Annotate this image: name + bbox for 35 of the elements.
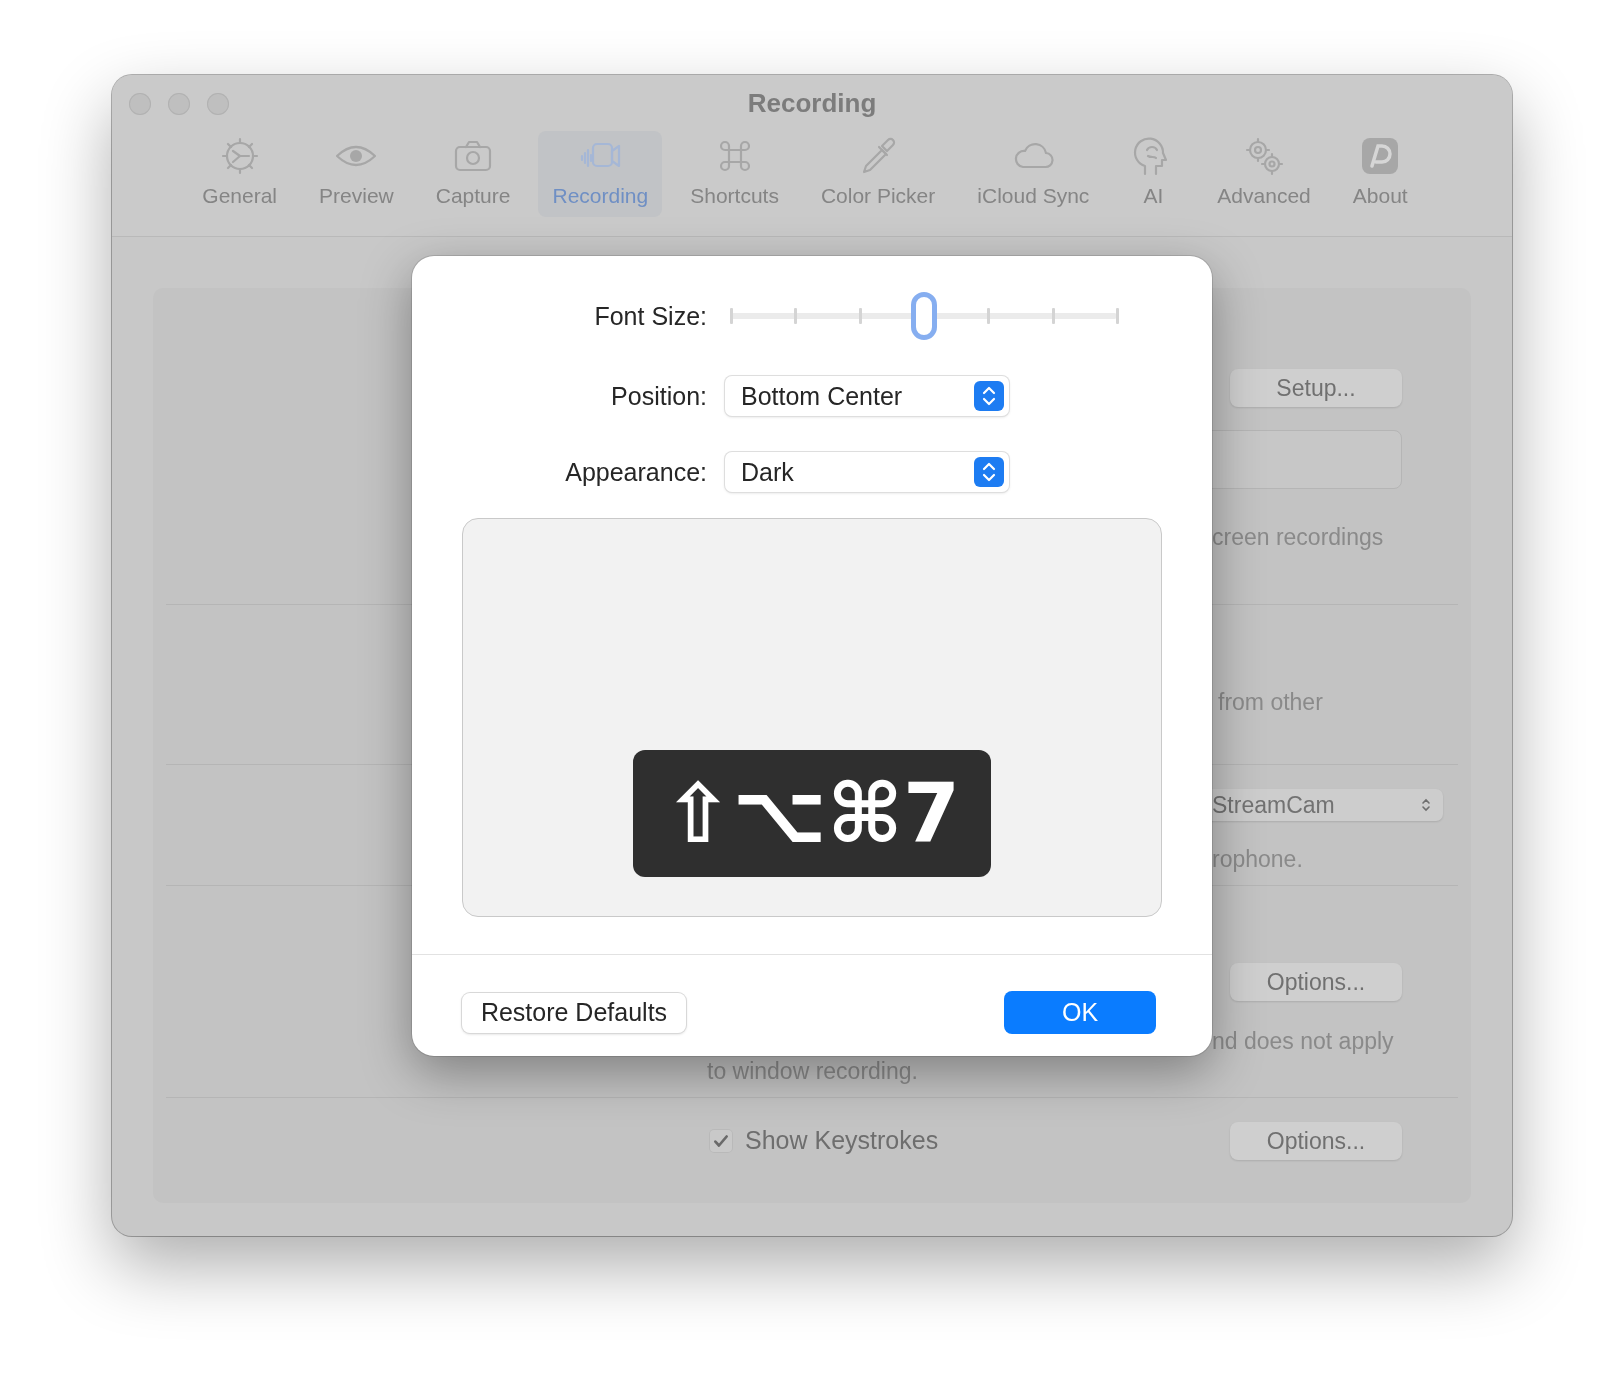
setup-button[interactable]: Setup...: [1230, 369, 1402, 407]
checkbox[interactable]: [709, 1128, 733, 1153]
toolbar-tab[interactable]: iCloud Sync: [963, 131, 1104, 217]
toolbar-tab[interactable]: Color Picker: [806, 131, 950, 217]
font-size-slider[interactable]: [731, 292, 1117, 340]
appearance-popup[interactable]: Dark: [725, 452, 1009, 492]
restore-defaults-button[interactable]: Restore Defaults: [462, 992, 686, 1033]
chevron-icon: [974, 457, 1004, 487]
toolbar-tab[interactable]: Capture: [421, 131, 525, 217]
options-button[interactable]: Options...: [1230, 1122, 1402, 1160]
keystroke-overlay: ⇧⌥⌘7: [633, 750, 991, 877]
chevron-icon: [974, 381, 1004, 411]
toolbar-tab[interactable]: General: [188, 131, 292, 217]
window-title: Recording: [747, 87, 877, 119]
description-text: from other: [1218, 689, 1323, 715]
window-control-button[interactable]: [207, 93, 229, 115]
slider-thumb[interactable]: [911, 292, 937, 340]
ok-button[interactable]: OK: [1004, 991, 1156, 1034]
toolbar-tab[interactable]: Preview: [305, 131, 408, 217]
toolbar-tab[interactable]: AI: [1117, 131, 1190, 217]
checkbox-label: Show Keystrokes: [745, 1126, 939, 1155]
chevron-icon: [1421, 797, 1431, 813]
toolbar-tab[interactable]: About: [1338, 131, 1422, 217]
window-control-button[interactable]: [129, 93, 151, 115]
form-label: Font Size:: [593, 301, 707, 331]
form-label: Appearance:: [564, 457, 707, 487]
description-text: rophone.: [1212, 846, 1303, 872]
options-button[interactable]: Options...: [1230, 963, 1402, 1001]
toolbar-tab[interactable]: Advanced: [1203, 131, 1325, 217]
toolbar-tab[interactable]: Recording: [538, 131, 663, 217]
description-text: creen recordings: [1212, 524, 1384, 550]
position-popup[interactable]: Bottom Center: [725, 376, 1009, 416]
form-label: Position:: [610, 381, 707, 411]
window-control-button[interactable]: [168, 93, 190, 115]
toolbar-tab[interactable]: Shortcuts: [676, 131, 793, 217]
